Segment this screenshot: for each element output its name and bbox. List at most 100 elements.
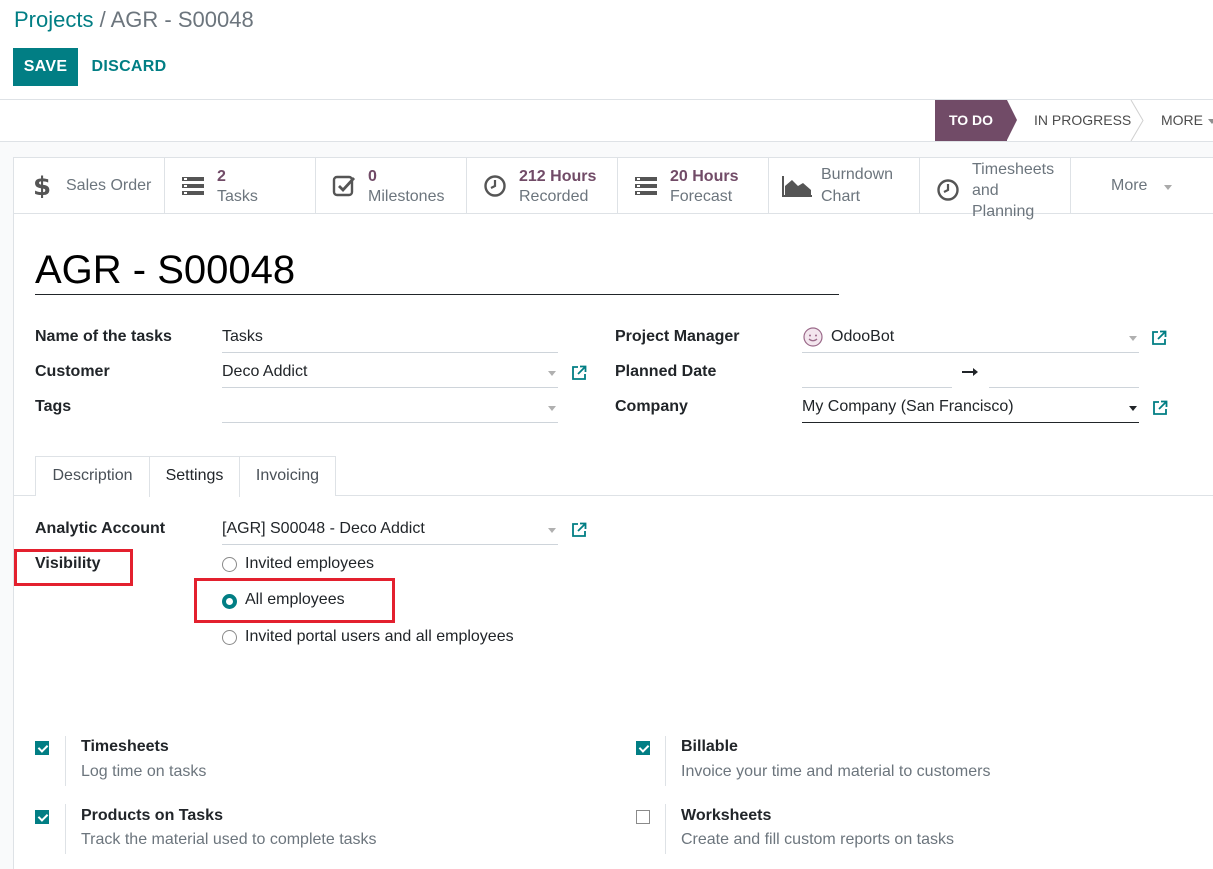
sales-order-button[interactable]: $ Sales Order <box>14 158 165 213</box>
external-link-icon[interactable] <box>1152 400 1168 416</box>
tags-select[interactable] <box>222 393 558 423</box>
more-smart-buttons-dropdown[interactable]: More <box>1071 158 1213 213</box>
project-manager-select[interactable]: OdooBot <box>802 323 1139 353</box>
status-bar: TO DO IN PROGRESS MORE <box>0 100 1213 142</box>
worksheets-checkbox[interactable] <box>636 810 650 824</box>
arrow-right-icon <box>962 368 978 376</box>
svg-text:$: $ <box>33 174 51 198</box>
customer-select[interactable]: Deco Addict <box>222 358 558 388</box>
visibility-option-label: Invited portal users and all employees <box>245 628 514 645</box>
timesheets-label-line3: Planning <box>972 203 1035 220</box>
tab-invoicing[interactable]: Invoicing <box>239 456 336 496</box>
option-divider <box>65 736 66 786</box>
visibility-label-highlight <box>14 549 133 586</box>
company-value: My Company (San Francisco) <box>802 398 1014 415</box>
burndown-label-line2: Chart <box>821 188 861 205</box>
customer-value: Deco Addict <box>222 363 308 380</box>
forecast-hours-button[interactable]: 20 Hours Forecast <box>618 158 769 213</box>
analytic-account-select[interactable]: [AGR] S00048 - Deco Addict <box>222 515 558 545</box>
forecast-hours-label: Forecast <box>670 188 733 205</box>
stage-more-label: MORE <box>1161 112 1203 128</box>
clock-icon <box>937 179 959 201</box>
products-on-tasks-description: Track the material used to complete task… <box>81 831 377 848</box>
more-label: More <box>1111 177 1148 194</box>
discard-button[interactable]: DISCARD <box>84 48 174 86</box>
company-select[interactable]: My Company (San Francisco) <box>802 393 1139 423</box>
customer-label: Customer <box>35 363 110 380</box>
option-divider <box>65 804 66 854</box>
planned-date-label: Planned Date <box>615 363 717 380</box>
recorded-hours-button[interactable]: 212 Hours Recorded <box>467 158 618 213</box>
chevron-down-icon <box>1129 406 1137 411</box>
tasks-icon <box>635 177 657 195</box>
clock-icon <box>484 175 506 197</box>
planned-date-start-input[interactable] <box>802 358 952 388</box>
products-on-tasks-checkbox[interactable] <box>35 810 49 824</box>
all-employees-highlight <box>194 578 395 623</box>
control-panel: Projects / AGR - S00048 SAVE DISCARD <box>0 0 1213 100</box>
option-divider <box>665 804 666 854</box>
milestones-count: 0 <box>368 168 377 185</box>
breadcrumb-projects-link[interactable]: Projects <box>14 7 93 32</box>
milestones-button[interactable]: 0 Milestones <box>316 158 467 213</box>
planned-date-end-input[interactable] <box>989 358 1139 388</box>
sales-order-label: Sales Order <box>66 177 152 194</box>
name-of-tasks-input[interactable]: Tasks <box>222 323 558 353</box>
billable-title: Billable <box>681 738 738 755</box>
worksheets-description: Create and fill custom reports on tasks <box>681 831 955 848</box>
project-manager-value: OdooBot <box>831 328 895 345</box>
name-of-tasks-label: Name of the tasks <box>35 328 172 345</box>
tab-settings[interactable]: Settings <box>149 456 240 497</box>
timesheets-title: Timesheets <box>81 738 169 755</box>
notebook-tabs: Description Settings Invoicing <box>14 456 1213 497</box>
burndown-chart-button[interactable]: Burndown Chart <box>769 158 920 213</box>
tasks-icon <box>182 177 204 195</box>
stage-more-dropdown[interactable]: MORE <box>1161 100 1213 141</box>
chevron-down-icon <box>1164 185 1172 190</box>
visibility-radio-portal-users[interactable] <box>222 630 237 645</box>
analytic-account-value: [AGR] S00048 - Deco Addict <box>222 520 425 537</box>
company-label: Company <box>615 398 688 415</box>
tasks-button[interactable]: 2 Tasks <box>165 158 316 213</box>
external-link-icon[interactable] <box>571 522 587 538</box>
chevron-down-icon <box>1129 336 1137 341</box>
visibility-radio-invited-employees[interactable] <box>222 557 237 572</box>
milestones-label: Milestones <box>368 188 445 205</box>
area-chart-icon <box>782 176 812 197</box>
project-name-input[interactable]: AGR - S00048 <box>35 246 839 295</box>
timesheets-label-line2: and <box>972 182 999 199</box>
timesheets-planning-label: Timesheets and Planning <box>972 159 1054 222</box>
forecast-hours-value: 20 Hours <box>670 168 739 185</box>
stage-to-do[interactable]: TO DO <box>935 100 1017 141</box>
burndown-label-line1: Burndown <box>821 166 894 183</box>
tasks-count: 2 <box>217 168 226 185</box>
check-square-icon <box>332 175 356 197</box>
form-sheet: $ Sales Order 2 Tasks 0 Milestones 212 H… <box>13 157 1213 869</box>
avatar <box>803 327 823 347</box>
breadcrumb-separator: / <box>93 7 111 32</box>
smart-button-box: $ Sales Order 2 Tasks 0 Milestones 212 H… <box>14 158 1213 220</box>
visibility-option-label: Invited employees <box>245 555 374 572</box>
breadcrumb-current: AGR - S00048 <box>110 7 254 32</box>
save-button[interactable]: SAVE <box>13 48 78 86</box>
external-link-icon[interactable] <box>1151 330 1167 346</box>
name-of-tasks-value: Tasks <box>222 328 263 345</box>
chevron-down-icon <box>1208 118 1213 124</box>
stage-in-progress[interactable]: IN PROGRESS <box>1034 100 1131 141</box>
recorded-hours-label: Recorded <box>519 188 589 205</box>
products-on-tasks-title: Products on Tasks <box>81 807 223 824</box>
timesheets-checkbox[interactable] <box>35 741 49 755</box>
analytic-account-label: Analytic Account <box>35 520 166 537</box>
billable-checkbox[interactable] <box>636 741 650 755</box>
chevron-down-icon <box>548 528 556 533</box>
timesheets-label-line1: Timesheets <box>972 161 1055 178</box>
tags-label: Tags <box>35 398 72 415</box>
billable-description: Invoice your time and material to custom… <box>681 763 991 780</box>
project-manager-label: Project Manager <box>615 328 740 345</box>
timesheets-planning-button[interactable]: Timesheets and Planning <box>920 158 1071 220</box>
external-link-icon[interactable] <box>571 365 587 381</box>
stage-separator-icon <box>1130 100 1144 141</box>
tab-description[interactable]: Description <box>35 456 150 496</box>
dollar-icon: $ <box>33 174 51 198</box>
recorded-hours-value: 212 Hours <box>519 168 597 185</box>
